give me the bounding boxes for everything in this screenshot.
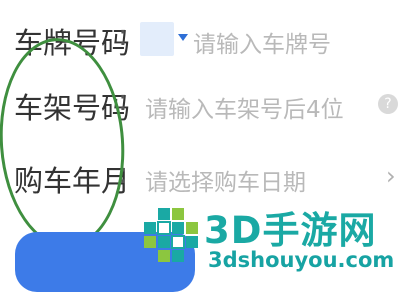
watermark-title: 3D手游网 bbox=[204, 209, 377, 252]
plate-number-label: 车牌号码 bbox=[14, 26, 131, 60]
purchase-date-picker[interactable]: 请选择购车日期 bbox=[145, 163, 306, 197]
dropdown-arrow-icon bbox=[178, 34, 188, 41]
help-icon[interactable]: ? bbox=[378, 94, 398, 114]
plate-number-colon: : bbox=[118, 18, 128, 52]
purchase-date-colon: : bbox=[118, 156, 128, 190]
plate-number-row: 车牌号码 : 请输入车牌号 bbox=[0, 8, 400, 68]
province-selected-value bbox=[140, 22, 174, 56]
frame-number-row: 车架号码 : 请输入车架号后4位 ? bbox=[0, 73, 400, 133]
frame-number-label: 车架号码 bbox=[14, 91, 131, 125]
province-select[interactable] bbox=[140, 22, 196, 58]
watermark-domain: 3dshouyou.com bbox=[208, 248, 395, 272]
purchase-date-label: 购车年月 bbox=[14, 164, 131, 198]
frame-number-input[interactable]: 请输入车架号后4位 bbox=[145, 90, 344, 124]
frame-number-colon: : bbox=[118, 83, 128, 117]
watermark-logo-icon bbox=[144, 208, 198, 262]
plate-number-input[interactable]: 请输入车牌号 bbox=[193, 25, 331, 59]
watermark: 3D手游网 3dshouyou.com bbox=[140, 196, 400, 276]
chevron-right-icon: › bbox=[386, 162, 396, 190]
